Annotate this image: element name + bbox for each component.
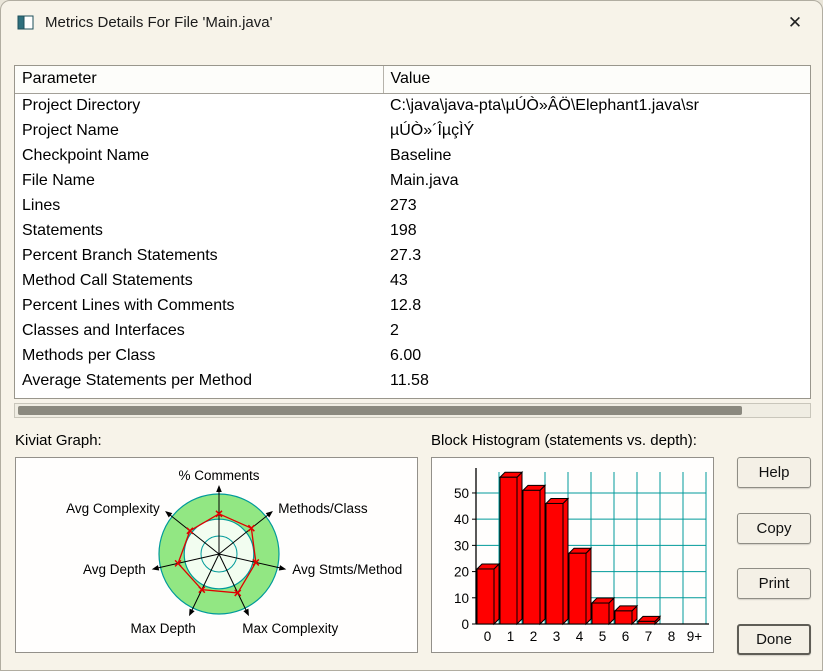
table-row[interactable]: Project DirectoryC:\java\java-pta\µÚÒ»ÂÖ…: [15, 93, 810, 118]
svg-text:5: 5: [599, 629, 607, 644]
close-button[interactable]: ✕: [782, 10, 808, 36]
table-row[interactable]: Lines273: [15, 193, 810, 218]
kiviat-chart: % Comments Methods/Class Avg Stmts/Method M…: [16, 458, 417, 652]
svg-text:3: 3: [553, 629, 561, 644]
kiviat-graph-panel: % Comments Methods/Class Avg Stmts/Method M…: [15, 457, 418, 653]
value-cell: 27.3: [383, 243, 810, 268]
value-cell: 6.00: [383, 343, 810, 368]
metrics-table: Parameter Value Project DirectoryC:\java…: [14, 65, 811, 399]
parameter-cell: Project Name: [15, 118, 383, 143]
horizontal-scrollbar[interactable]: [14, 403, 811, 418]
table-row[interactable]: Percent Branch Statements27.3: [15, 243, 810, 268]
app-icon: [17, 15, 34, 30]
table-row[interactable]: File NameMain.java: [15, 168, 810, 193]
svg-text:7: 7: [645, 629, 653, 644]
svg-text:50: 50: [454, 486, 469, 501]
table-row[interactable]: Methods per Class6.00: [15, 343, 810, 368]
done-button[interactable]: Done: [737, 624, 811, 655]
svg-text:2: 2: [530, 629, 538, 644]
value-cell: 198: [383, 218, 810, 243]
parameter-cell: Classes and Interfaces: [15, 318, 383, 343]
value-cell: 273: [383, 193, 810, 218]
metrics-dialog: Metrics Details For File 'Main.java' ✕ P…: [0, 0, 823, 671]
parameter-cell: Project Directory: [15, 93, 383, 118]
table-row[interactable]: Project NameµÚÒ»´ÎµçÌÝ: [15, 118, 810, 143]
value-cell: 12.8: [383, 293, 810, 318]
table-row[interactable]: Checkpoint NameBaseline: [15, 143, 810, 168]
svg-text:Avg Complexity: Avg Complexity: [66, 501, 160, 516]
parameter-cell: Statements: [15, 218, 383, 243]
svg-text:6: 6: [622, 629, 630, 644]
svg-text:Avg Stmts/Method: Avg Stmts/Method: [292, 562, 402, 577]
svg-text:9+: 9+: [687, 629, 703, 644]
value-cell: Main.java: [383, 168, 810, 193]
svg-text:40: 40: [454, 512, 469, 527]
histogram-chart: 010203040500123456789+: [432, 458, 713, 652]
value-cell: Baseline: [383, 143, 810, 168]
table-row[interactable]: Method Call Statements43: [15, 268, 810, 293]
parameter-cell: Percent Branch Statements: [15, 243, 383, 268]
svg-text:1: 1: [507, 629, 515, 644]
dialog-buttons: Help Copy Print Done: [733, 457, 811, 655]
parameter-cell: File Name: [15, 168, 383, 193]
parameter-cell: Percent Lines with Comments: [15, 293, 383, 318]
svg-text:0: 0: [461, 617, 469, 632]
kiviat-graph-label: Kiviat Graph:: [15, 432, 102, 449]
svg-text:4: 4: [576, 629, 584, 644]
help-button[interactable]: Help: [737, 457, 811, 488]
parameter-cell: Average Statements per Method: [15, 368, 383, 393]
parameter-cell: Checkpoint Name: [15, 143, 383, 168]
svg-text:10: 10: [454, 591, 469, 606]
copy-button[interactable]: Copy: [737, 513, 811, 544]
parameter-cell: Methods per Class: [15, 343, 383, 368]
table-row[interactable]: Average Statements per Method11.58: [15, 368, 810, 393]
value-cell: 2: [383, 318, 810, 343]
print-button[interactable]: Print: [737, 568, 811, 599]
table-row[interactable]: Percent Lines with Comments12.8: [15, 293, 810, 318]
table-row[interactable]: Statements198: [15, 218, 810, 243]
svg-text:8: 8: [668, 629, 676, 644]
value-cell: C:\java\java-pta\µÚÒ»ÂÖ\Elephant1.java\s…: [383, 93, 810, 118]
svg-text:Max Complexity: Max Complexity: [242, 621, 338, 636]
svg-text:Avg Depth: Avg Depth: [83, 562, 146, 577]
column-header-value[interactable]: Value: [383, 66, 810, 93]
value-cell: 43: [383, 268, 810, 293]
table-row[interactable]: Classes and Interfaces2: [15, 318, 810, 343]
svg-text:30: 30: [454, 538, 469, 553]
svg-text:Methods/Class: Methods/Class: [278, 501, 368, 516]
parameter-cell: Lines: [15, 193, 383, 218]
title-bar: Metrics Details For File 'Main.java' ✕: [1, 1, 822, 43]
value-cell: µÚÒ»´ÎµçÌÝ: [383, 118, 810, 143]
scrollbar-thumb[interactable]: [18, 406, 742, 415]
window-title: Metrics Details For File 'Main.java': [45, 14, 272, 31]
svg-text:0: 0: [484, 629, 492, 644]
table-header-row: Parameter Value: [15, 66, 810, 93]
block-histogram-panel: 010203040500123456789+: [431, 457, 714, 653]
block-histogram-label: Block Histogram (statements vs. depth):: [431, 432, 697, 449]
svg-text:% Comments: % Comments: [178, 468, 259, 483]
parameter-cell: Method Call Statements: [15, 268, 383, 293]
column-header-parameter[interactable]: Parameter: [15, 66, 383, 93]
svg-text:Max Depth: Max Depth: [130, 621, 195, 636]
value-cell: 11.58: [383, 368, 810, 393]
svg-text:20: 20: [454, 565, 469, 580]
